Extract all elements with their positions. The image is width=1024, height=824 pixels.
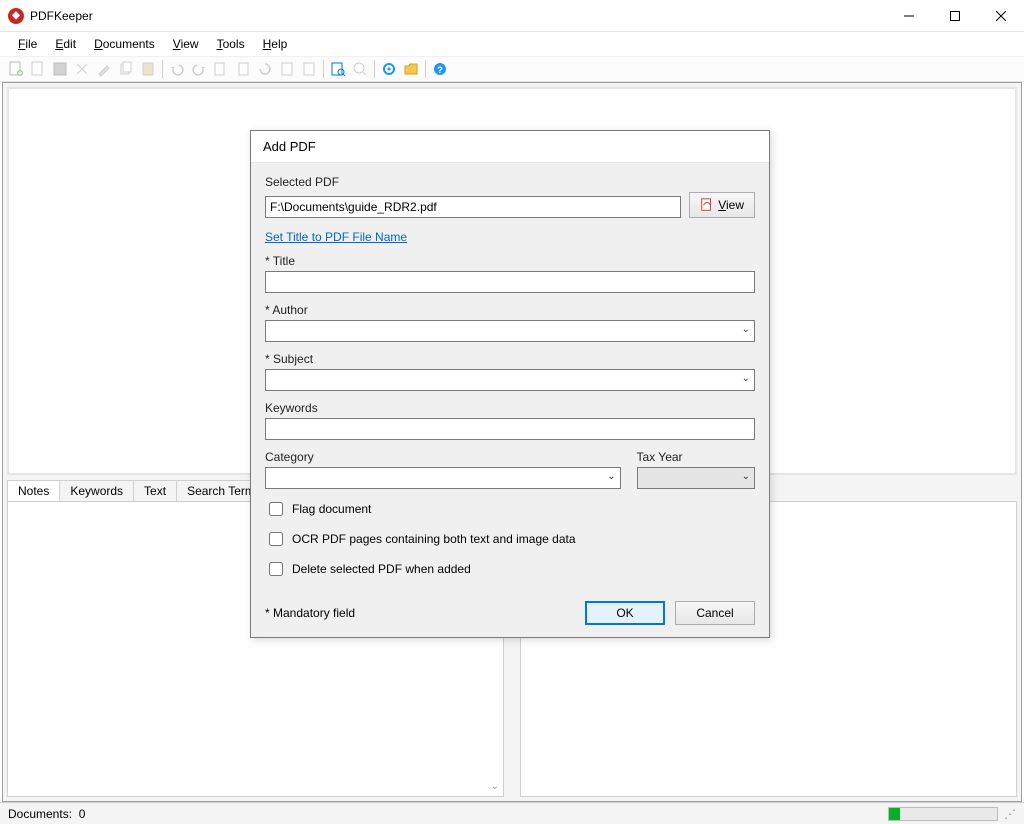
menu-tools[interactable]: Tools [209,35,253,53]
selected-pdf-field[interactable] [265,196,681,218]
toolbar-separator [425,60,426,78]
statusbar: Documents: 0 ⋰ [0,802,1024,824]
keywords-label: Keywords [265,401,755,415]
toolbar-search-icon[interactable] [328,59,348,79]
maximize-button[interactable] [932,0,978,32]
window-title: PDFKeeper [30,9,93,23]
toolbar-add-icon[interactable] [6,59,26,79]
toolbar: ? [0,56,1024,82]
dialog-title: Add PDF [251,131,769,163]
add-pdf-dialog: Add PDF Selected PDF View Set Title to P… [250,130,770,638]
chevron-down-icon: ⌄ [742,324,750,335]
chevron-down-icon: ⌄ [607,471,615,482]
flag-document-checkbox[interactable]: Flag document [265,499,755,519]
toolbar-doc4-icon[interactable] [299,59,319,79]
tab-keywords[interactable]: Keywords [59,480,134,501]
author-combo[interactable]: ⌄ [265,320,755,342]
menu-help[interactable]: Help [255,35,296,53]
category-label: Category [265,450,621,464]
toolbar-open-icon[interactable] [28,59,48,79]
close-button[interactable] [978,0,1024,32]
category-combo[interactable]: ⌄ [265,467,621,489]
status-progress [888,807,998,821]
pdf-icon [700,198,714,212]
dialog-body: Selected PDF View Set Title to PDF File … [251,163,769,637]
cancel-button[interactable]: Cancel [675,601,755,625]
toolbar-edit-icon[interactable] [94,59,114,79]
status-documents-label: Documents: [8,807,72,821]
chevron-down-icon: ⌄ [742,373,750,384]
toolbar-separator [374,60,375,78]
dialog-footer: * Mandatory field OK Cancel [265,601,755,625]
delete-checkbox[interactable]: Delete selected PDF when added [265,559,755,579]
toolbar-help-icon[interactable]: ? [430,59,450,79]
toolbar-pages-icon[interactable] [211,59,231,79]
delete-input[interactable] [269,562,283,576]
toolbar-zoom-icon[interactable] [350,59,370,79]
status-documents-count: 0 [79,807,86,821]
menu-view[interactable]: View [165,35,207,53]
resize-grip-icon[interactable]: ⋰ [1004,807,1016,821]
ocr-input[interactable] [269,532,283,546]
subject-label: * Subject [265,352,755,366]
title-label: * Title [265,254,755,268]
tab-text[interactable]: Text [133,480,177,501]
chevron-down-icon: ⌄ [742,471,750,482]
toolbar-pages2-icon[interactable] [233,59,253,79]
toolbar-doc3-icon[interactable] [277,59,297,79]
menubar: File Edit Documents View Tools Help [0,32,1024,56]
chevron-down-icon[interactable]: ⌄ [491,781,499,792]
minimize-button[interactable] [886,0,932,32]
menu-documents[interactable]: Documents [86,35,163,53]
window-controls [886,0,1024,32]
toolbar-copy-icon[interactable] [116,59,136,79]
tab-notes[interactable]: Notes [7,480,60,501]
status-progress-bar [889,808,900,820]
toolbar-separator [323,60,324,78]
svg-text:?: ? [437,65,443,75]
toolbar-save-icon[interactable] [50,59,70,79]
toolbar-settings-icon[interactable] [379,59,399,79]
menu-file[interactable]: File [10,35,45,53]
view-button[interactable]: View [689,192,755,218]
view-button-label: iew [726,198,744,212]
selected-pdf-label: Selected PDF [265,175,755,189]
title-field[interactable] [265,271,755,293]
toolbar-cut-icon[interactable] [72,59,92,79]
ok-button[interactable]: OK [585,601,665,625]
subject-combo[interactable]: ⌄ [265,369,755,391]
author-label: * Author [265,303,755,317]
menu-edit[interactable]: Edit [47,35,84,53]
titlebar: ◆ PDFKeeper [0,0,1024,32]
toolbar-undo-icon[interactable] [167,59,187,79]
toolbar-separator [162,60,163,78]
toolbar-paste-icon[interactable] [138,59,158,79]
flag-document-input[interactable] [269,502,283,516]
toolbar-redo-icon[interactable] [189,59,209,79]
mandatory-label: * Mandatory field [265,606,355,620]
keywords-field[interactable] [265,418,755,440]
app-icon: ◆ [8,8,24,24]
toolbar-folder-icon[interactable] [401,59,421,79]
taxyear-combo[interactable]: ⌄ [637,467,756,489]
ocr-checkbox[interactable]: OCR PDF pages containing both text and i… [265,529,755,549]
set-title-link[interactable]: Set Title to PDF File Name [265,230,407,244]
taxyear-label: Tax Year [637,450,756,464]
toolbar-refresh-icon[interactable] [255,59,275,79]
